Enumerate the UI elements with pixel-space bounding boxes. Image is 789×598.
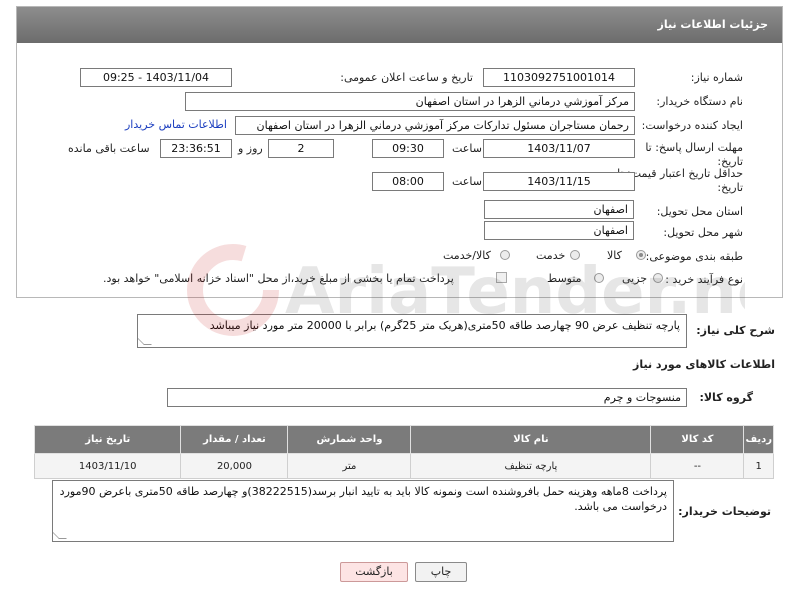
deadline-date-field[interactable]: 1403/11/07	[483, 139, 635, 158]
announce-datetime-field[interactable]: 1403/11/04 - 09:25	[80, 68, 232, 87]
buyer-notes-textarea[interactable]: پرداخت 8ماهه وهزینه حمل بافروشنده است ون…	[52, 480, 674, 542]
contact-buyer-link[interactable]: اطلاعات تماس خریدار	[125, 118, 227, 131]
deadline-time-field[interactable]: 09:30	[372, 139, 444, 158]
process-radio-minor[interactable]	[653, 273, 663, 283]
goods-table: ردیف کد کالا نام کالا واحد شمارش تعداد /…	[33, 425, 774, 479]
cell-date: 1403/11/10	[33, 453, 182, 479]
buyer-notes-text: پرداخت 8ماهه وهزینه حمل بافروشنده است ون…	[59, 485, 667, 513]
creator-field[interactable]: رحمان مستاجران مسئول تدارکات مرکز آموزشي…	[235, 116, 635, 135]
days-label: روز و	[238, 142, 263, 155]
cell-row: 1	[743, 453, 774, 479]
col-unit: واحد شمارش	[287, 425, 412, 454]
treasury-checkbox[interactable]	[496, 272, 507, 283]
col-code: کد کالا	[650, 425, 745, 454]
cell-name: پارچه تنظیف	[410, 453, 652, 479]
time-remaining-field[interactable]: 23:36:51	[160, 139, 232, 158]
process-label: نوع فرآیند خرید :	[665, 273, 743, 286]
cell-code: --	[650, 453, 745, 479]
process-option-minor: جزیی	[622, 272, 648, 285]
treasury-note: پرداخت تمام یا بخشی از مبلغ خرید،از محل …	[103, 272, 454, 285]
category-label: طبقه بندی موضوعی:	[645, 250, 743, 263]
category-radio-goods[interactable]	[636, 250, 646, 260]
cell-unit: متر	[287, 453, 412, 479]
col-row: ردیف	[743, 425, 774, 454]
cell-quantity: 20,000	[180, 453, 289, 479]
province-field[interactable]: اصفهان	[484, 200, 634, 219]
page-title: جزئیات اطلاعات نیاز	[657, 18, 769, 31]
print-button[interactable]: چاپ	[415, 562, 467, 582]
validity-label-date: تاریخ:	[717, 181, 743, 194]
buyer-notes-label: توضیحات خریدار:	[678, 505, 771, 518]
category-radio-goods-service[interactable]	[500, 250, 510, 260]
validity-time-label: ساعت	[452, 175, 482, 188]
description-text: پارچه تنظیف عرض 90 چهارصد طاقه 50متری(هر…	[209, 319, 680, 332]
col-date: تاریخ نیاز	[33, 425, 182, 454]
panel-header: جزئیات اطلاعات نیاز	[17, 7, 782, 43]
validity-date-field[interactable]: 1403/11/15	[483, 172, 635, 191]
category-option-goods-service: کالا/خدمت	[443, 249, 491, 262]
city-label: شهر محل تحویل:	[663, 226, 743, 239]
deadline-label: مهلت ارسال پاسخ: تا	[645, 141, 743, 154]
process-radio-medium[interactable]	[594, 273, 604, 283]
goods-section-title: اطلاعات کالاهای مورد نیاز	[633, 358, 775, 371]
buyer-org-label: نام دستگاه خریدار:	[656, 95, 743, 108]
col-quantity: تعداد / مقدار	[180, 425, 289, 454]
deadline-time-label: ساعت	[452, 142, 482, 155]
days-remaining-field[interactable]: 2	[268, 139, 334, 158]
back-button[interactable]: بازگشت	[340, 562, 408, 582]
city-field[interactable]: اصفهان	[484, 221, 634, 240]
validity-label: حداقل تاریخ اعتبار قیمت: تا	[617, 167, 743, 180]
table-row[interactable]: 1 -- پارچه تنظیف متر 20,000 1403/11/10	[33, 453, 774, 479]
col-name: نام کالا	[410, 425, 652, 454]
validity-time-field[interactable]: 08:00	[372, 172, 444, 191]
resize-handle-icon[interactable]	[53, 531, 67, 539]
goods-table-header: ردیف کد کالا نام کالا واحد شمارش تعداد /…	[33, 425, 774, 454]
need-number-field[interactable]: 1103092751001014	[483, 68, 635, 87]
goods-group-field[interactable]: منسوجات و چرم	[167, 388, 687, 407]
category-radio-service[interactable]	[570, 250, 580, 260]
process-option-medium: متوسط	[547, 272, 582, 285]
description-label: شرح کلی نیاز:	[696, 324, 775, 337]
remaining-label: ساعت باقی مانده	[68, 142, 150, 155]
province-label: استان محل تحویل:	[656, 205, 743, 218]
buyer-org-field[interactable]: مرکز آموزشي درماني الزهرا در استان اصفها…	[185, 92, 635, 111]
resize-handle-icon[interactable]	[138, 337, 152, 345]
need-number-label: شماره نیاز:	[690, 71, 743, 84]
description-textarea[interactable]: پارچه تنظیف عرض 90 چهارصد طاقه 50متری(هر…	[137, 314, 687, 348]
category-option-service: خدمت	[536, 249, 566, 262]
announce-label: تاریخ و ساعت اعلان عمومی:	[340, 71, 473, 84]
creator-label: ایجاد کننده درخواست:	[641, 119, 743, 132]
category-option-goods: کالا	[607, 249, 622, 262]
goods-group-label: گروه کالا:	[699, 391, 753, 404]
